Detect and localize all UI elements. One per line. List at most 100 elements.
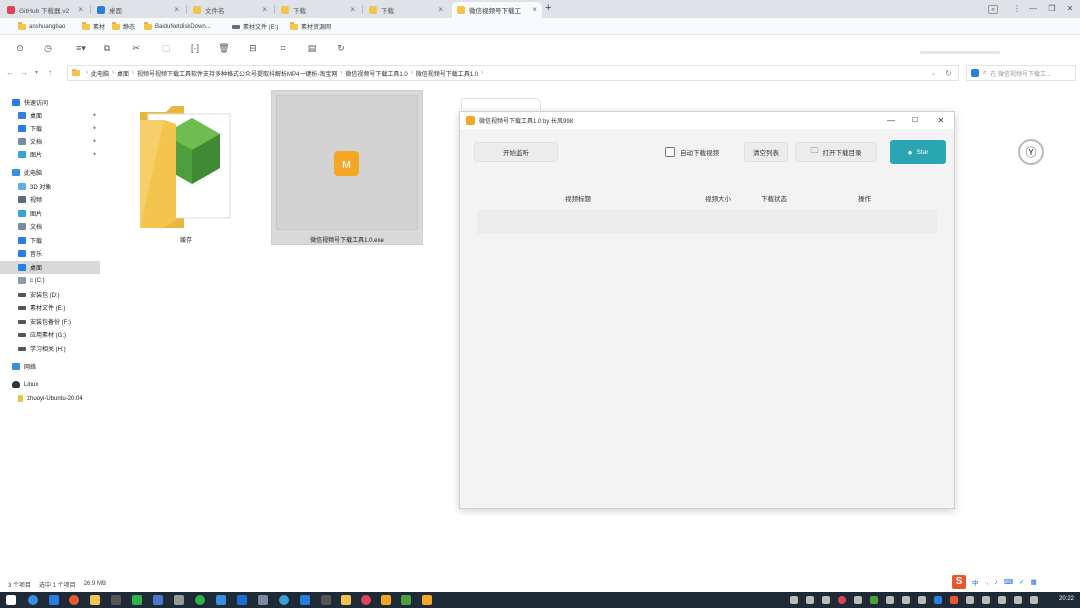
app-icon[interactable] bbox=[341, 595, 351, 605]
microphone-icon[interactable]: ♪ bbox=[994, 579, 997, 586]
volume-icon[interactable] bbox=[1014, 596, 1022, 604]
sidebar-item-this-pc[interactable]: 此电脑 bbox=[0, 166, 100, 179]
sidebar-item-ubuntu[interactable]: zhuoyi-Ubuntu-20.04 bbox=[0, 392, 100, 405]
sidebar-item-drive-g[interactable]: 应用素材 (G:) bbox=[0, 328, 100, 341]
skin-icon[interactable]: ✓ bbox=[1019, 578, 1024, 586]
tray-icon[interactable] bbox=[966, 596, 974, 604]
bookmark-item[interactable]: 素材文件 (E:) bbox=[232, 21, 278, 32]
sidebar-item-linux[interactable]: Linux bbox=[0, 378, 100, 391]
app-icon[interactable] bbox=[361, 595, 371, 605]
tab-downloads-1[interactable]: 下载 × bbox=[276, 2, 360, 18]
tray-icon[interactable] bbox=[950, 596, 958, 604]
clear-list-button[interactable]: 清空列表 bbox=[744, 142, 788, 162]
share-icon[interactable]: ⊟ bbox=[247, 42, 259, 54]
sidebar-item-drive-h[interactable]: 学习相关 (H:) bbox=[0, 342, 100, 355]
back-icon[interactable]: ← bbox=[6, 68, 14, 77]
sidebar-item-music[interactable]: 音乐 bbox=[0, 247, 100, 260]
open-download-dir-button[interactable]: 🗀 打开下载目录 bbox=[795, 142, 877, 162]
checkbox-box[interactable] bbox=[665, 147, 675, 157]
app-maximize-button[interactable]: ☐ bbox=[908, 114, 922, 127]
downloader-taskbar-icon[interactable] bbox=[422, 595, 432, 605]
address-bar[interactable]: › 此电脑 › 桌面 › 视频号视频下载工具软件支持多种格式公众号提取抖解析MP… bbox=[67, 65, 959, 81]
app-icon[interactable] bbox=[237, 595, 247, 605]
app-icon[interactable] bbox=[381, 595, 391, 605]
file-item-exe[interactable]: ᴍ 微信视频号下载工具1.0.exe bbox=[271, 90, 423, 245]
tray-icon[interactable] bbox=[902, 596, 910, 604]
new-tab-button[interactable]: + bbox=[545, 2, 551, 14]
tab-downloads-2[interactable]: 下载 × bbox=[364, 2, 448, 18]
explorer-icon[interactable] bbox=[90, 595, 100, 605]
copy-icon[interactable]: ⧉ bbox=[101, 42, 113, 54]
chrome-icon[interactable] bbox=[279, 595, 289, 605]
tools-icon[interactable]: ▦ bbox=[1031, 578, 1037, 586]
close-window-button[interactable]: ✕ bbox=[1063, 2, 1077, 16]
app-close-button[interactable]: ✕ bbox=[934, 114, 948, 127]
tray-icon[interactable] bbox=[790, 596, 798, 604]
tab-wechat-video-downloader[interactable]: 微信视频号下载工 × bbox=[452, 2, 542, 18]
tab-actions-icon[interactable]: « bbox=[988, 5, 998, 14]
sidebar-item-drive-e[interactable]: 素材文件 (E:) bbox=[0, 301, 100, 314]
forward-icon[interactable]: → bbox=[20, 68, 28, 77]
excel-icon[interactable] bbox=[132, 595, 142, 605]
sidebar-item-drive-d[interactable]: 安装包 (D:) bbox=[0, 288, 100, 301]
delete-icon[interactable]: 🗑 bbox=[218, 42, 230, 54]
close-icon[interactable]: × bbox=[262, 5, 267, 14]
start-icon[interactable] bbox=[6, 595, 16, 605]
restore-button[interactable]: ❐ bbox=[1045, 2, 1059, 16]
refresh-icon[interactable]: ↻ bbox=[945, 69, 952, 78]
app-icon[interactable] bbox=[174, 595, 184, 605]
edge-icon[interactable] bbox=[49, 595, 59, 605]
address-dropdown-icon[interactable]: ⌄ bbox=[931, 70, 936, 77]
breadcrumb[interactable]: 视频号视频下载工具软件支持多种格式公众号提取抖解析MP4一键析-淘宝网 bbox=[137, 69, 337, 78]
file-item-cache-folder[interactable]: 缓存 bbox=[136, 102, 236, 252]
close-icon[interactable]: × bbox=[174, 5, 179, 14]
bookmark-item[interactable]: 素材资源网 bbox=[290, 21, 331, 32]
bookmark-item[interactable]: 素材 bbox=[82, 21, 105, 32]
sidebar-item-3d-objects[interactable]: 3D 对象 bbox=[0, 180, 100, 193]
start-listening-button[interactable]: 开始监听 bbox=[474, 142, 558, 162]
sidebar-item-pictures[interactable]: 图片 ✦ bbox=[0, 148, 100, 161]
close-icon[interactable]: × bbox=[350, 5, 355, 14]
breadcrumb[interactable]: 桌面 bbox=[117, 69, 129, 78]
up-icon[interactable]: ↑ bbox=[48, 68, 52, 77]
ime-icon[interactable] bbox=[1030, 596, 1038, 604]
tray-icon[interactable] bbox=[870, 596, 878, 604]
recent-dropdown-icon[interactable]: ▾ bbox=[35, 69, 38, 76]
rename-icon[interactable]: [·] bbox=[189, 42, 201, 54]
tray-icon[interactable] bbox=[918, 596, 926, 604]
auto-download-checkbox[interactable]: 自动下载视频 bbox=[665, 147, 719, 157]
github-star-button[interactable]: ● Star bbox=[890, 140, 946, 164]
sidebar-item-drive-c[interactable]: c (C:) bbox=[0, 274, 100, 287]
tab-filename[interactable]: 文件名 × bbox=[188, 2, 272, 18]
vscode-icon[interactable] bbox=[300, 595, 310, 605]
breadcrumb[interactable]: 微信视频号下载工具1.0 bbox=[416, 69, 478, 78]
breadcrumb[interactable]: 微信视频号下载工具1.0 bbox=[345, 69, 407, 78]
properties-icon[interactable]: ▤ bbox=[306, 42, 318, 54]
clock-icon[interactable]: ◷ bbox=[42, 42, 54, 54]
view-icon[interactable]: ≡▾ bbox=[72, 42, 90, 54]
floating-assistant-icon[interactable]: Ⓨ bbox=[1018, 139, 1044, 165]
terminal-icon[interactable] bbox=[111, 595, 121, 605]
close-icon[interactable]: × bbox=[78, 5, 83, 14]
search-input[interactable]: ⌕ 在 微信视频号下载工... bbox=[966, 65, 1076, 81]
sidebar-item-documents[interactable]: 文档 ✦ bbox=[0, 135, 100, 148]
sidebar-item-quick-access[interactable]: 快速访问 bbox=[0, 96, 100, 109]
tab-desktop[interactable]: 桌面 × bbox=[92, 2, 184, 18]
sidebar-item-documents-pc[interactable]: 文档 bbox=[0, 220, 100, 233]
sidebar-item-downloads-pc[interactable]: 下载 bbox=[0, 234, 100, 247]
crop-icon[interactable]: ⌗ bbox=[277, 42, 289, 54]
close-icon[interactable]: × bbox=[438, 5, 443, 14]
tray-icon[interactable] bbox=[822, 596, 830, 604]
refresh-icon[interactable]: ↻ bbox=[335, 42, 347, 54]
sidebar-item-desktop-pc[interactable]: 桌面 bbox=[0, 261, 100, 274]
tray-icon[interactable] bbox=[838, 596, 846, 604]
minimize-button[interactable]: — bbox=[1026, 2, 1040, 16]
paste-icon[interactable]: ▢ bbox=[160, 42, 172, 54]
app-icon[interactable] bbox=[258, 595, 268, 605]
new-icon[interactable]: ⊙ bbox=[14, 42, 26, 54]
cut-icon[interactable]: ✂ bbox=[130, 42, 142, 54]
sidebar-toggle-icon[interactable]: ⋮ bbox=[1010, 2, 1024, 16]
sogou-icon[interactable]: S bbox=[952, 575, 966, 589]
search-icon[interactable] bbox=[28, 595, 38, 605]
tray-icon[interactable] bbox=[806, 596, 814, 604]
